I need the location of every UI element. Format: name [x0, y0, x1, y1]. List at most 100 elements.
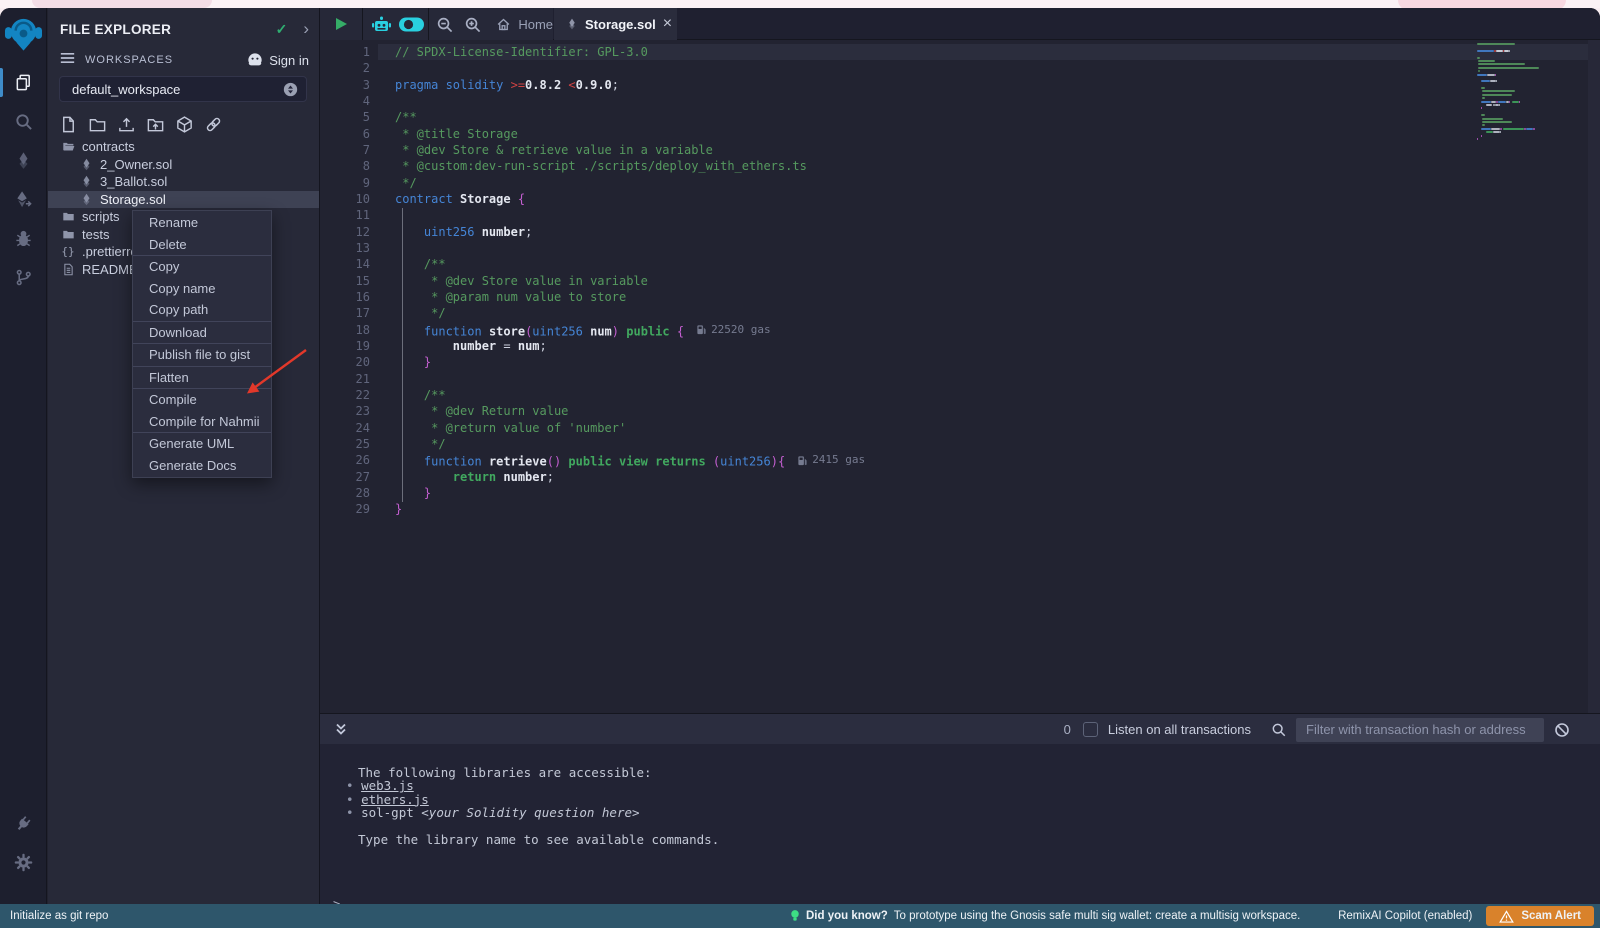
minimap[interactable]	[1477, 43, 1587, 141]
code-line[interactable]: /**	[395, 387, 865, 403]
menu-item-copy[interactable]: Copy	[133, 256, 271, 278]
sign-in-button[interactable]: Sign in	[247, 52, 309, 68]
terminal[interactable]: The following libraries are accessible:•…	[320, 744, 1600, 904]
run-script-button[interactable]	[320, 8, 362, 40]
sidebar-search-icon[interactable]	[0, 102, 47, 141]
code-line[interactable]: * @dev Store & retrieve value in a varia…	[395, 142, 865, 158]
import-from-ipfs-icon[interactable]	[173, 113, 195, 135]
code-line[interactable]	[395, 240, 865, 256]
code-line[interactable]: }	[395, 354, 865, 370]
upload-folder-icon[interactable]	[144, 113, 166, 135]
code-line[interactable]: * @custom:dev-run-script ./scripts/deplo…	[395, 158, 865, 174]
editor-topbar: Home Storage.sol ×	[320, 8, 1600, 40]
browser-chrome-strip	[0, 0, 1600, 8]
line-number: 15	[320, 273, 377, 289]
sidebar-debugger-icon[interactable]	[0, 219, 47, 258]
line-number: 7	[320, 142, 377, 158]
code-line[interactable]	[395, 371, 865, 387]
tab-storage-sol[interactable]: Storage.sol ×	[554, 8, 677, 40]
clear-console-icon[interactable]	[1554, 722, 1570, 738]
code-line[interactable]: * @dev Store value in variable	[395, 273, 865, 289]
editor-scrollbar[interactable]	[1588, 40, 1600, 713]
code-editor[interactable]: 1234567891011121314151617181920212223242…	[320, 40, 1600, 713]
create-file-icon[interactable]	[57, 113, 79, 135]
line-number: 8	[320, 158, 377, 174]
copilot-toggle[interactable]	[396, 8, 429, 40]
menu-item-flatten[interactable]: Flatten	[133, 367, 271, 389]
zoom-in-icon[interactable]	[461, 8, 485, 40]
line-number: 12	[320, 224, 377, 240]
code-line[interactable]	[395, 93, 865, 109]
code-line[interactable]: uint256 number;	[395, 224, 865, 240]
doc-icon	[61, 263, 75, 276]
menu-item-generate-uml[interactable]: Generate UML	[133, 433, 271, 455]
menu-item-publish-file-to-gist[interactable]: Publish file to gist	[133, 344, 271, 366]
sidebar-file-explorer-icon[interactable]	[0, 63, 47, 102]
menu-item-compile-for-nahmii[interactable]: Compile for Nahmii	[133, 411, 271, 433]
menu-item-copy-name[interactable]: Copy name	[133, 278, 271, 300]
menu-item-rename[interactable]: Rename	[133, 212, 271, 234]
listen-checkbox[interactable]	[1083, 722, 1098, 737]
chevron-right-icon[interactable]: ›	[303, 24, 309, 34]
tab-home[interactable]: Home	[496, 17, 553, 32]
code-line[interactable]: /**	[395, 109, 865, 125]
sidebar-git-icon[interactable]	[0, 258, 47, 297]
upload-file-icon[interactable]	[115, 113, 137, 135]
expand-terminal-icon[interactable]	[334, 722, 348, 741]
tree-item-3-ballot-sol[interactable]: 3_Ballot.sol	[48, 173, 319, 191]
sidebar-settings-icon[interactable]	[0, 843, 47, 882]
sidebar-solidity-compiler-icon[interactable]	[0, 141, 47, 180]
code-line[interactable]: number = num;	[395, 338, 865, 354]
code-line[interactable]: }	[395, 485, 865, 501]
scam-alert-button[interactable]: Scam Alert	[1486, 906, 1594, 926]
code-line[interactable]: function retrieve() public view returns …	[395, 452, 865, 468]
code-line[interactable]: * @dev Return value	[395, 403, 865, 419]
sidebar-plugin-manager-icon[interactable]	[0, 804, 47, 843]
zoom-out-icon[interactable]	[433, 8, 457, 40]
transaction-count: 0	[1064, 722, 1071, 737]
code-line[interactable]: * @return value of 'number'	[395, 420, 865, 436]
code-line[interactable]: return number;	[395, 469, 865, 485]
copilot-status[interactable]: RemixAI Copilot (enabled)	[1338, 910, 1472, 922]
tree-item-2-owner-sol[interactable]: 2_Owner.sol	[48, 156, 319, 174]
ai-copilot-icon[interactable]	[367, 8, 396, 40]
line-number: 20	[320, 354, 377, 370]
code-line[interactable]: pragma solidity >=0.8.2 <0.9.0;	[395, 77, 865, 93]
code-line[interactable]: * @param num value to store	[395, 289, 865, 305]
line-number: 6	[320, 126, 377, 142]
menu-item-delete[interactable]: Delete	[133, 234, 271, 256]
terminal-line: • sol-gpt <your Solidity question here>	[320, 806, 1600, 819]
sol-file-icon	[79, 193, 93, 206]
code-line[interactable]: // SPDX-License-Identifier: GPL-3.0	[395, 44, 865, 60]
line-number: 24	[320, 420, 377, 436]
code-line[interactable]: contract Storage {	[395, 191, 865, 207]
code-line[interactable]: */	[395, 436, 865, 452]
line-number: 13	[320, 240, 377, 256]
sidebar-deploy-and-run-icon[interactable]	[0, 180, 47, 219]
code-line[interactable]: }	[395, 501, 865, 517]
remix-logo-icon[interactable]	[4, 13, 43, 55]
git-init-button[interactable]: Initialize as git repo	[10, 904, 108, 928]
tree-item-storage-sol[interactable]: Storage.sol	[48, 191, 319, 209]
filter-input[interactable]	[1296, 718, 1544, 742]
code-line[interactable]: */	[395, 175, 865, 191]
code-line[interactable]: function store(uint256 num) public {2252…	[395, 322, 865, 338]
workspace-menu-icon[interactable]	[60, 51, 75, 69]
divider	[428, 8, 429, 40]
terminal-controls: 0 Listen on all transactions	[1064, 714, 1570, 745]
menu-item-generate-docs[interactable]: Generate Docs	[133, 455, 271, 477]
code-line[interactable]	[395, 207, 865, 223]
tree-item-contracts[interactable]: contracts	[48, 138, 319, 156]
workspace-select[interactable]: default_workspace	[59, 76, 307, 102]
create-folder-icon[interactable]	[86, 113, 108, 135]
import-from-url-icon[interactable]	[202, 113, 224, 135]
code-line[interactable]	[395, 60, 865, 76]
menu-item-download[interactable]: Download	[133, 322, 271, 344]
code-line[interactable]: * @title Storage	[395, 126, 865, 142]
tree-item-label: contracts	[82, 139, 135, 154]
code-line[interactable]: */	[395, 305, 865, 321]
close-icon[interactable]: ×	[663, 18, 672, 30]
menu-item-copy-path[interactable]: Copy path	[133, 299, 271, 321]
menu-item-compile[interactable]: Compile	[133, 389, 271, 411]
code-line[interactable]: /**	[395, 256, 865, 272]
